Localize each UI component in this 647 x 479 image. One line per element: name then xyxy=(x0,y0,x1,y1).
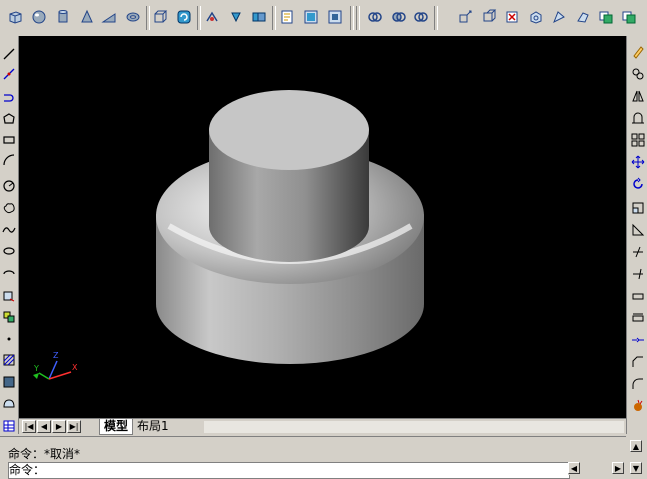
first-tab-button[interactable]: |◀ xyxy=(22,420,36,433)
toolbar-separator xyxy=(146,6,150,30)
color-faces-icon[interactable] xyxy=(620,8,638,26)
ucs-z-label: Z xyxy=(53,351,59,360)
toolbar-separator xyxy=(356,6,360,30)
array-icon[interactable] xyxy=(630,132,646,148)
toolbar-separator xyxy=(350,6,354,30)
revolve-icon[interactable] xyxy=(175,8,193,26)
join-icon[interactable] xyxy=(630,332,646,348)
subtract-icon[interactable] xyxy=(390,8,408,26)
torus-icon[interactable] xyxy=(124,8,142,26)
next-tab-button[interactable]: ▶ xyxy=(52,420,66,433)
sphere-icon[interactable] xyxy=(30,8,48,26)
fillet-icon[interactable] xyxy=(630,376,646,392)
tab-layout1[interactable]: 布局1 xyxy=(133,419,173,434)
scroll-down-button[interactable]: ▼ xyxy=(630,462,642,474)
prev-tab-button[interactable]: ◀ xyxy=(37,420,51,433)
move-faces-icon[interactable] xyxy=(480,8,498,26)
revcloud-icon[interactable] xyxy=(1,200,17,216)
scale-icon[interactable] xyxy=(630,200,646,216)
construction-line-icon[interactable] xyxy=(1,66,17,82)
command-vscroll[interactable]: ▲ ▼ xyxy=(626,436,647,478)
tab-model[interactable]: 模型 xyxy=(99,419,134,435)
polygon-icon[interactable] xyxy=(1,111,17,127)
gradient-icon[interactable] xyxy=(1,374,17,390)
copy-faces-icon[interactable] xyxy=(597,8,615,26)
ellipse-arc-icon[interactable] xyxy=(1,266,17,282)
toolbar-separator xyxy=(197,6,201,30)
make-block-icon[interactable] xyxy=(1,309,17,325)
taper-faces-icon[interactable] xyxy=(574,8,592,26)
extrude-faces-icon[interactable] xyxy=(456,8,474,26)
toolbar-separator xyxy=(434,6,438,30)
last-tab-button[interactable]: ▶| xyxy=(67,420,81,433)
toolbar-separator xyxy=(272,6,276,30)
box-icon[interactable] xyxy=(6,8,24,26)
cylinder-icon[interactable] xyxy=(54,8,72,26)
command-prompt-label: 命令： xyxy=(8,447,45,461)
command-input-line[interactable]: 命令： xyxy=(8,462,570,479)
top-toolbar xyxy=(0,0,647,37)
upper-cylinder-top xyxy=(209,90,369,170)
draw-toolbar xyxy=(0,36,19,434)
viewport-hscroll[interactable] xyxy=(204,421,624,433)
copy-icon[interactable] xyxy=(630,66,646,82)
offset-icon[interactable] xyxy=(630,110,646,126)
layout-icon[interactable] xyxy=(302,8,320,26)
ellipse-icon[interactable] xyxy=(1,243,17,259)
cone-icon[interactable] xyxy=(78,8,96,26)
arc-icon[interactable] xyxy=(1,152,17,168)
scroll-right-button[interactable]: ▶ xyxy=(612,462,624,474)
offset-faces-icon[interactable] xyxy=(503,8,521,26)
line-icon[interactable] xyxy=(1,46,17,62)
ucs-x-label: X xyxy=(72,363,78,372)
scroll-up-button[interactable]: ▲ xyxy=(630,440,642,452)
rotate-faces-icon[interactable] xyxy=(550,8,568,26)
extend-icon[interactable] xyxy=(630,266,646,282)
scroll-left-button[interactable]: ◀ xyxy=(568,462,580,474)
slice-icon[interactable] xyxy=(227,8,245,26)
command-prompt-label: 命令： xyxy=(9,463,46,477)
stretch-icon[interactable] xyxy=(630,222,646,238)
command-window: 命令：*取消* 命令： ◀ ▶ xyxy=(0,436,647,479)
solid-edit-icon[interactable] xyxy=(326,8,344,26)
explode-icon[interactable] xyxy=(630,398,646,414)
view-icon[interactable] xyxy=(278,8,296,26)
rotate-icon[interactable] xyxy=(630,176,646,192)
chamfer-icon[interactable] xyxy=(630,354,646,370)
interfere-icon[interactable] xyxy=(250,8,268,26)
move-icon[interactable] xyxy=(630,154,646,170)
point-icon[interactable] xyxy=(1,331,17,347)
mirror-icon[interactable] xyxy=(630,88,646,104)
section-icon[interactable] xyxy=(203,8,221,26)
insert-block-icon[interactable] xyxy=(1,288,17,304)
intersect-icon[interactable] xyxy=(412,8,430,26)
erase-icon[interactable] xyxy=(630,44,646,60)
union-icon[interactable] xyxy=(366,8,384,26)
command-history-line: 命令：*取消* xyxy=(8,447,568,462)
spline-icon[interactable] xyxy=(1,222,17,238)
layout-tabs-bar: |◀ ◀ ▶ ▶| 模型 布局1 xyxy=(19,418,626,435)
polyline-icon[interactable] xyxy=(1,90,17,106)
break-at-point-icon[interactable] xyxy=(630,288,646,304)
break-icon[interactable] xyxy=(630,310,646,326)
command-hscroll[interactable]: ◀ ▶ xyxy=(568,461,626,475)
command-history-text: *取消* xyxy=(44,447,81,461)
ucs-y-label: Y xyxy=(33,364,39,373)
hatch-icon[interactable] xyxy=(1,352,17,368)
trim-icon[interactable] xyxy=(630,244,646,260)
region-icon[interactable] xyxy=(1,396,17,412)
drawing-viewport[interactable]: Z Y X xyxy=(19,36,626,418)
3d-solid-model: Z Y X xyxy=(33,90,424,380)
modify-toolbar xyxy=(626,36,647,434)
circle-icon[interactable] xyxy=(1,178,17,194)
extrude-icon[interactable] xyxy=(151,8,169,26)
delete-faces-icon[interactable] xyxy=(527,8,545,26)
wedge-icon[interactable] xyxy=(100,8,118,26)
rectangle-icon[interactable] xyxy=(1,132,17,148)
table-icon[interactable] xyxy=(1,418,17,434)
